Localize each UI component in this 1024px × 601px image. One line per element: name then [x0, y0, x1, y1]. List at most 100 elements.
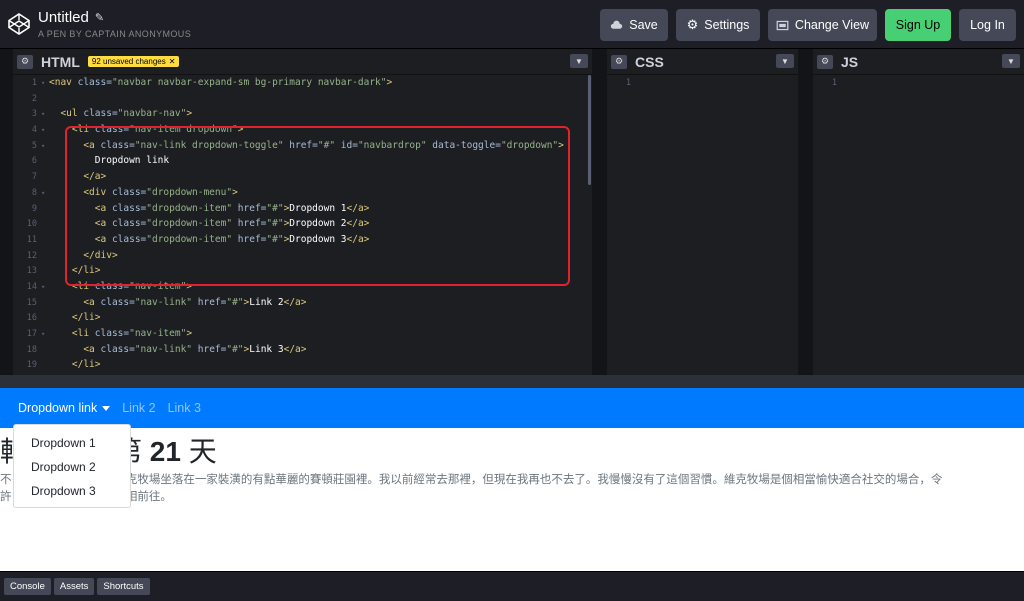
code-text: <li class="nav-item">: [71, 328, 193, 339]
assets-button[interactable]: Assets: [53, 578, 95, 595]
fold-arrow-icon[interactable]: ▾: [41, 139, 49, 155]
css-pane-title: CSS: [635, 53, 664, 70]
sign-up-label: Sign Up: [895, 18, 941, 32]
code-line[interactable]: 10 <a class="dropdown-item" href="#">Dro…: [13, 216, 580, 232]
pen-title[interactable]: Untitled: [38, 9, 89, 26]
log-in-button[interactable]: Log In: [959, 9, 1016, 41]
editor-area: ⚙ HTML 92 unsaved changes ✕ ▼ 1 ▾ <nav cla…: [0, 49, 1024, 375]
code-text: </div>: [83, 249, 118, 261]
code-line[interactable]: 18 <a class="nav-link" href="#">Link 3</…: [13, 342, 580, 358]
settings-button[interactable]: ⚙ Settings: [676, 9, 760, 41]
code-line[interactable]: 11 <a class="dropdown-item" href="#">Dro…: [13, 232, 580, 248]
html-editor-scrollbar[interactable]: [588, 75, 591, 185]
html-code-editor[interactable]: 1 ▾ <nav class="navbar navbar-expand-sm bg…: [13, 75, 580, 375]
code-text: <a class="nav-link" href="#">Link 3</a>: [83, 343, 307, 355]
line-number: 11: [26, 234, 37, 245]
nav-link-2[interactable]: Link 2: [122, 401, 155, 415]
code-line[interactable]: 12 </div>: [13, 248, 580, 264]
line-number: 14: [26, 281, 37, 292]
code-line[interactable]: 16 </li>: [13, 310, 580, 326]
code-line[interactable]: 8 ▾ <div class="dropdown-menu">: [13, 185, 580, 201]
paragraph-line-1: 不 道，維克牧場坐落在一家裝潢的有點華麗的賽頓莊園裡。我以前經常去那裡，但現在我…: [0, 474, 943, 486]
code-line[interactable]: 3 ▾ <ul class="navbar-nav">: [13, 106, 580, 122]
js-pane-header: ⚙ JS ▼: [813, 49, 1024, 75]
code-line[interactable]: 1 ▾ <nav class="navbar navbar-expand-sm bg…: [13, 75, 580, 91]
line-number: 6: [31, 156, 37, 167]
unsaved-changes-badge[interactable]: 92 unsaved changes ✕: [87, 56, 180, 67]
code-text: <a class="dropdown-item" href="#">Dropdo…: [94, 233, 370, 245]
caret-down-icon: [102, 405, 111, 411]
fold-arrow-icon[interactable]: ▾: [41, 107, 49, 123]
code-line[interactable]: 6 Dropdown link: [13, 153, 580, 169]
console-button[interactable]: Console: [4, 578, 51, 595]
code-text: Dropdown link: [49, 155, 170, 167]
line-number: 18: [26, 344, 37, 355]
save-button[interactable]: Save: [600, 9, 668, 41]
code-text: </li>: [71, 312, 101, 324]
line-number: 13: [26, 266, 37, 277]
preview-paragraph: 不 道，維克牧場坐落在一家裝潢的有點華麗的賽頓莊園裡。我以前經常去那裡，但現在我…: [0, 472, 1024, 506]
dropdown-menu: Dropdown 1 Dropdown 2 Dropdown 3: [13, 424, 131, 508]
pen-author: A PEN BY CAPTAIN ANONYMOUS: [38, 29, 192, 39]
code-line[interactable]: 13 </li>: [13, 263, 580, 279]
heading-suffix: 天: [180, 436, 217, 467]
html-editor-pane: ⚙ HTML 92 unsaved changes ✕ ▼ 1 ▾ <nav cla…: [13, 49, 592, 375]
js-pane-title: JS: [841, 53, 859, 70]
fold-arrow-icon[interactable]: ▾: [41, 123, 49, 139]
code-line[interactable]: 2: [13, 91, 580, 107]
shortcuts-button[interactable]: Shortcuts: [97, 578, 150, 595]
css-settings-icon[interactable]: ⚙: [611, 54, 627, 69]
js-collapse-chevron-icon[interactable]: ▼: [1002, 54, 1020, 68]
cloud-icon: [611, 20, 623, 29]
dropdown-item-1[interactable]: Dropdown 1: [14, 431, 130, 455]
nav-link-3[interactable]: Link 3: [168, 401, 201, 415]
edit-pencil-icon[interactable]: ✎: [95, 11, 104, 24]
top-bar: Untitled ✎ A PEN BY CAPTAIN ANONYMOUS Sa…: [0, 0, 1024, 49]
fold-arrow-icon[interactable]: ▾: [41, 280, 49, 296]
js-editor-pane: ⚙ JS ▼ 1: [813, 49, 1024, 375]
preview-resize-handle[interactable]: [0, 375, 1024, 388]
line-number: 5: [31, 140, 37, 151]
css-collapse-chevron-icon[interactable]: ▼: [776, 54, 794, 68]
code-text: </a>: [83, 171, 107, 183]
code-line[interactable]: 14 ▾ <li class="nav-item">: [13, 279, 580, 295]
dropdown-item-2[interactable]: Dropdown 2: [14, 455, 130, 479]
save-label: Save: [629, 18, 658, 32]
code-line[interactable]: 7 </a>: [13, 169, 580, 185]
sign-up-button[interactable]: Sign Up: [885, 9, 951, 41]
layout-icon: [776, 20, 789, 30]
dropdown-toggle-link[interactable]: Dropdown link: [18, 401, 111, 415]
line-number: 16: [26, 313, 37, 324]
line-number: 9: [31, 203, 37, 214]
code-line[interactable]: 17 ▾ <li class="nav-item">: [13, 326, 580, 342]
line-number: 3: [31, 109, 37, 120]
fold-arrow-icon[interactable]: ▾: [41, 76, 49, 92]
css-code-editor[interactable]: 1: [607, 75, 798, 375]
html-pane-title: HTML: [41, 53, 80, 70]
dropdown-item-3[interactable]: Dropdown 3: [14, 479, 130, 503]
fold-arrow-icon[interactable]: ▾: [41, 327, 49, 343]
html-collapse-chevron-icon[interactable]: ▼: [570, 54, 588, 68]
line-number: 1: [831, 78, 837, 88]
line-number: 2: [31, 93, 37, 104]
code-line[interactable]: 5 ▾ <a class="nav-link dropdown-toggle" h…: [13, 138, 580, 154]
line-number: 15: [26, 297, 37, 308]
js-code-editor[interactable]: 1: [813, 75, 1024, 375]
change-view-button[interactable]: Change View: [768, 9, 877, 41]
dropdown-toggle-label: Dropdown link: [18, 401, 98, 415]
css-pane-header: ⚙ CSS ▼: [607, 49, 798, 75]
code-text: <div class="dropdown-menu">: [83, 186, 238, 198]
js-settings-icon[interactable]: ⚙: [817, 54, 833, 69]
code-line[interactable]: 15 <a class="nav-link" href="#">Link 2</…: [13, 295, 580, 311]
close-icon[interactable]: ✕: [169, 57, 176, 66]
code-line[interactable]: 9 <a class="dropdown-item" href="#">Drop…: [13, 201, 580, 217]
code-line[interactable]: 19 </li>: [13, 357, 580, 373]
line-number: 4: [31, 125, 37, 136]
code-text: </li>: [71, 265, 101, 277]
fold-arrow-icon[interactable]: ▾: [41, 186, 49, 202]
code-text: </li>: [71, 359, 101, 371]
html-settings-icon[interactable]: ⚙: [17, 54, 33, 69]
codepen-logo-icon[interactable]: [7, 12, 31, 36]
code-line[interactable]: 4 ▾ <li class="nav-item dropdown">: [13, 122, 580, 138]
line-number: 19: [26, 360, 37, 371]
